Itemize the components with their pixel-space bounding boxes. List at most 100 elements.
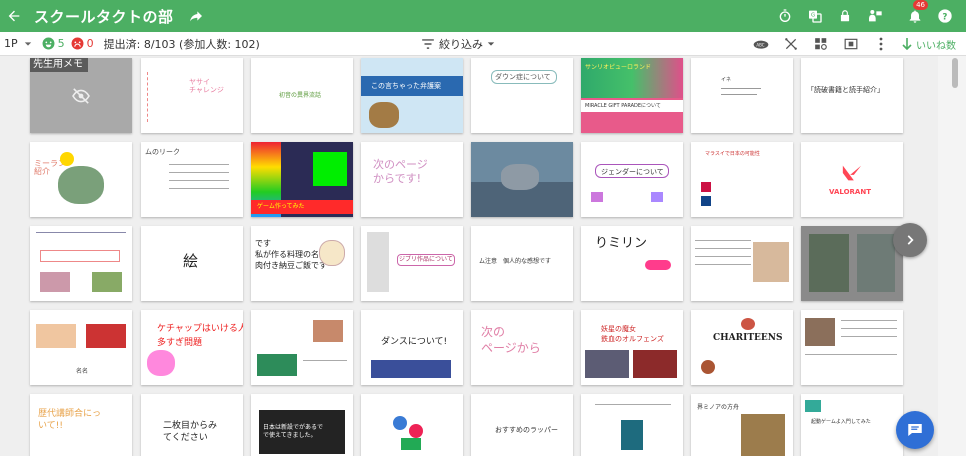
sort-abc-button[interactable]: ABC — [746, 32, 776, 56]
submission-card[interactable]: CHARITEENS — [691, 310, 793, 385]
next-page-button[interactable] — [893, 223, 927, 257]
smile-icon — [42, 37, 55, 50]
submission-card[interactable]: おすすめのラッパー — [471, 394, 573, 456]
submission-card[interactable] — [471, 142, 573, 217]
timer-button[interactable] — [770, 0, 800, 32]
scrollbar-thumb[interactable] — [952, 58, 958, 88]
valorant-logo-icon — [842, 165, 862, 181]
submission-card[interactable]: ゲーム作ってみた — [251, 142, 353, 217]
submission-card[interactable] — [361, 394, 463, 456]
submission-card[interactable]: ダウン症について — [471, 58, 573, 133]
help-icon: ? — [938, 9, 952, 23]
translate-button[interactable]: G — [800, 0, 830, 32]
notifications-button[interactable]: 46 — [900, 0, 930, 32]
card-title: ダンスについて! — [381, 337, 448, 347]
submission-card[interactable]: 日本は新設でがあるで で使えてきました。 — [251, 394, 353, 456]
share-arrow-icon — [189, 11, 202, 22]
submission-card[interactable]: 名名 — [30, 310, 132, 385]
good-count[interactable]: 5 — [42, 37, 65, 50]
submission-card[interactable]: 次の ページから — [471, 310, 573, 385]
submission-grid: 先生用メモ ヤサイ チャレンジ 初音の異界流話 この言ちゃった弁護案 ダウン症に… — [0, 56, 938, 456]
submission-card[interactable]: 起動ゲームよ入門してみた — [801, 394, 903, 456]
submission-card[interactable]: 二枚目からみ てください — [141, 394, 243, 456]
sort-likes-button[interactable]: いいね数 — [902, 37, 956, 52]
submission-card[interactable]: ミーラン 紹介 — [30, 142, 132, 217]
teacher-memo-card[interactable]: 先生用メモ — [30, 58, 132, 133]
bad-count[interactable]: 0 — [71, 37, 94, 50]
submission-card[interactable] — [801, 310, 903, 385]
submission-card[interactable] — [30, 226, 132, 301]
submission-card[interactable] — [581, 394, 683, 456]
submission-card[interactable]: 次のページ からです! — [361, 142, 463, 217]
frown-icon — [71, 37, 84, 50]
vertical-scrollbar[interactable] — [938, 56, 966, 456]
shuffle-button[interactable] — [776, 32, 806, 56]
svg-text:?: ? — [942, 12, 947, 22]
submission-status: 提出済: 8/103 (参加人数: 102) — [103, 37, 260, 51]
card-title: ジブリ作品について — [399, 256, 453, 263]
submission-card[interactable]: マラスイで日本の可能性 — [691, 142, 793, 217]
card-title: ダウン症について — [495, 73, 551, 81]
submission-card[interactable]: 初音の異界流話 — [251, 58, 353, 133]
arrow-left-icon — [8, 10, 20, 22]
more-vert-icon — [879, 37, 883, 51]
bad-count-value: 0 — [86, 37, 94, 50]
chat-button[interactable] — [896, 411, 934, 449]
submission-card[interactable]: この言ちゃった弁護案 — [361, 58, 463, 133]
shuffle-icon — [785, 38, 797, 50]
submission-card[interactable]: 歴代講師合にっ いて!! — [30, 394, 132, 456]
teacher-memo-label: 先生用メモ — [30, 58, 88, 72]
more-options-button[interactable] — [866, 32, 896, 56]
class-title: スクールタクトの部 — [34, 7, 174, 26]
submission-card[interactable]: ム注意 個人的な感想です — [471, 226, 573, 301]
chevron-down-icon — [24, 41, 31, 46]
card-subtitle: MIRACLE GIFT PARADEについて — [585, 103, 661, 109]
card-title: イネ — [721, 77, 732, 83]
submission-card[interactable]: ジブリ作品について — [361, 226, 463, 301]
submission-card[interactable]: VALORANT — [801, 142, 903, 217]
card-size-button[interactable] — [836, 32, 866, 56]
lock-button[interactable] — [830, 0, 860, 32]
arrow-down-icon — [902, 38, 912, 50]
submission-card[interactable]: 妖星の魔女 鉄血のオルフェンズ — [581, 310, 683, 385]
card-title: CHARITEENS — [713, 333, 783, 343]
translate-icon: G — [809, 10, 822, 23]
card-title: ム注意 個人的な感想です — [479, 258, 552, 265]
card-title: 絵 — [183, 252, 199, 270]
submission-card[interactable]: りミリン — [581, 226, 683, 301]
submission-card[interactable]: です 私が作る料理の名は 肉付き納豆ご飯です — [251, 226, 353, 301]
grid-search-icon — [815, 38, 827, 50]
card-title: この言ちゃった弁護案 — [371, 82, 441, 90]
submission-card[interactable]: ダンスについて! — [361, 310, 463, 385]
submission-card[interactable]: 界ミノアの方舟 — [691, 394, 793, 456]
filter-button[interactable]: 絞り込み — [421, 32, 495, 56]
card-title: 界ミノアの方舟 — [697, 404, 740, 411]
help-button[interactable]: ? — [930, 0, 960, 32]
presentation-button[interactable] — [860, 0, 890, 32]
submission-card[interactable] — [251, 310, 353, 385]
submission-card[interactable]: イネ — [691, 58, 793, 133]
notification-badge: 46 — [913, 0, 928, 10]
card-title: VALORANT — [829, 188, 871, 196]
submission-card[interactable]: 「読破書籍と読手紹介」 — [801, 58, 903, 133]
chat-bubble-icon — [908, 424, 922, 436]
card-title: おすすめのラッパー — [495, 426, 558, 434]
card-title: 日本は新設でがあるで で使えてきました。 — [263, 424, 324, 439]
submission-card[interactable]: ケチャップはいける人 多すぎ問題 — [141, 310, 243, 385]
card-title: ヤサイ チャレンジ — [189, 78, 224, 94]
back-button[interactable] — [0, 0, 28, 32]
page-selector[interactable]: 1P — [4, 37, 32, 50]
submission-card[interactable] — [801, 226, 903, 301]
submission-card[interactable]: サンリオピューロランド MIRACLE GIFT PARADEについて — [581, 58, 683, 133]
submission-card[interactable]: ムのリーク — [141, 142, 243, 217]
card-title: 「読破書籍と読手紹介」 — [807, 86, 884, 94]
submission-card[interactable] — [691, 226, 793, 301]
submission-card[interactable]: ヤサイ チャレンジ — [141, 58, 243, 133]
card-title: ジェンダーについて — [601, 168, 664, 176]
submission-card[interactable]: 絵 — [141, 226, 243, 301]
share-button[interactable] — [186, 6, 206, 26]
chevron-right-icon — [907, 235, 914, 245]
card-title: ゲーム作ってみた — [257, 203, 305, 210]
submission-card[interactable]: ジェンダーについて — [581, 142, 683, 217]
search-view-button[interactable] — [806, 32, 836, 56]
